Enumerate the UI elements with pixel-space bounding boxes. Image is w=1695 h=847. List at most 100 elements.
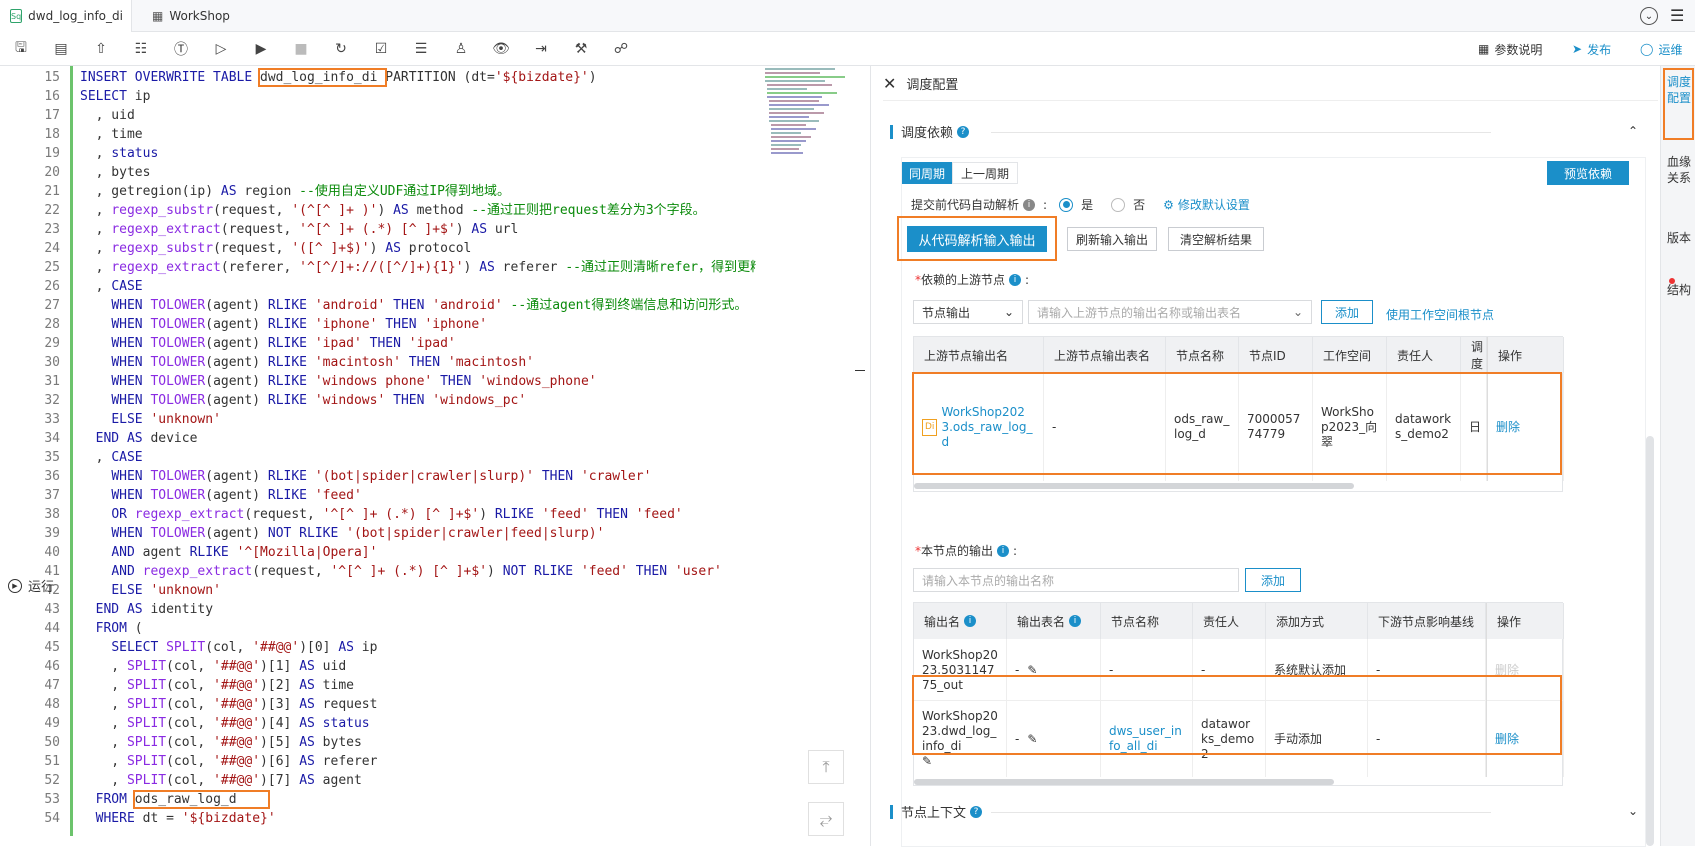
run-icon[interactable]: ▷ (212, 40, 230, 58)
format-icon[interactable]: ☰ (412, 40, 430, 58)
panel-scrollbar[interactable] (1646, 436, 1654, 846)
output-name-input[interactable]: 请输入本节点的输出名称 (913, 568, 1239, 592)
code-line[interactable]: 18 , time (0, 125, 756, 144)
code-line[interactable]: 37 WHEN TOLOWER(agent) RLIKE 'feed' (0, 486, 756, 505)
code-line[interactable]: 46 , SPLIT(col, '##@@')[1] AS uid (0, 657, 756, 676)
code-line[interactable]: 39 WHEN TOLOWER(agent) NOT RLIKE '(bot|s… (0, 524, 756, 543)
code-line[interactable]: 25 , regexp_extract(referer, '^[^/]+://(… (0, 258, 756, 277)
tab-same-cycle[interactable]: 同周期 (902, 162, 952, 184)
code-line[interactable]: 52 , SPLIT(col, '##@@')[7] AS agent (0, 771, 756, 790)
parse-io-button[interactable]: 从代码解析输入输出 (907, 226, 1047, 252)
help-icon[interactable]: ? (957, 125, 970, 138)
stop-icon[interactable]: ■ (292, 40, 310, 58)
help-icon[interactable]: i (1009, 273, 1022, 286)
code-line[interactable]: 17 , uid (0, 106, 756, 125)
code-line[interactable]: 35 , CASE (0, 448, 756, 467)
save-icon[interactable]: 🖫 (12, 40, 30, 58)
code-line[interactable]: 33 ELSE 'unknown' (0, 410, 756, 429)
code-line[interactable]: 26 , CASE (0, 277, 756, 296)
code-line[interactable]: 15 INSERT OVERWRITE TABLE dwd_log_info_di… (0, 68, 756, 87)
code-line[interactable]: 47 , SPLIT(col, '##@@')[2] AS time (0, 676, 756, 695)
publish-button[interactable]: ➤ 发布 (1572, 32, 1611, 66)
upstream-output-link[interactable]: WorkShop2023.ods_raw_log_d (941, 405, 1035, 450)
code-line[interactable]: 42 ELSE 'unknown' (0, 581, 756, 600)
code-editor[interactable]: 15 INSERT OVERWRITE TABLE dwd_log_info_di… (0, 66, 756, 846)
dependency-section-title[interactable]: 调度依赖 ? (890, 122, 970, 141)
help-icon[interactable]: i (997, 544, 1010, 557)
code-line[interactable]: 40 AND agent RLIKE '^[Mozilla|Opera]' (0, 543, 756, 562)
help-icon[interactable]: i (1069, 615, 1082, 627)
code-line[interactable]: 30 WHEN TOLOWER(agent) RLIKE 'macintosh'… (0, 353, 756, 372)
table-hscroll[interactable] (914, 779, 1334, 785)
user-icon[interactable]: ♙ (452, 40, 470, 58)
add-output-button[interactable]: 添加 (1245, 568, 1301, 592)
refresh-io-button[interactable]: 刷新输入输出 (1067, 227, 1157, 251)
upstream-search-input[interactable]: 请输入上游节点的输出名称或输出表名 ⌄ (1028, 300, 1312, 324)
code-line[interactable]: 24 , regexp_substr(request, '([^ ]+$)') … (0, 239, 756, 258)
code-line[interactable]: 36 WHEN TOLOWER(agent) RLIKE '(bot|spide… (0, 467, 756, 486)
help-icon[interactable]: i (1023, 198, 1036, 211)
edit-icon[interactable]: ✎ (922, 754, 932, 769)
code-line[interactable]: 34 END AS device (0, 429, 756, 448)
code-line[interactable]: 54 WHERE dt = '${bizdate}' (0, 809, 756, 828)
code-line[interactable]: 23 , regexp_extract(request, '^[^ ]+ (.*… (0, 220, 756, 239)
check-icon[interactable]: ☑ (372, 40, 390, 58)
code-line[interactable]: 20 , bytes (0, 163, 756, 182)
scroll-top-button[interactable]: ⤒ (808, 750, 844, 784)
modify-default-link[interactable]: 修改默认设置 (1178, 196, 1250, 213)
sidebar-item-version[interactable]: 版本 (1667, 230, 1691, 246)
use-root-node-link[interactable]: 使用工作空间根节点 (1386, 306, 1494, 323)
edit-icon[interactable]: ✎ (1027, 663, 1037, 678)
tab-workshop[interactable]: ▦ WorkShop (142, 0, 252, 32)
ops-button[interactable]: ◯ 运维 (1640, 32, 1682, 66)
lineage-icon[interactable]: ☍ (612, 40, 630, 58)
code-line[interactable]: 45 SELECT SPLIT(col, '##@@')[0] AS ip (0, 638, 756, 657)
reload-icon[interactable]: ↻ (332, 40, 350, 58)
code-line[interactable]: 31 WHEN TOLOWER(agent) RLIKE 'windows ph… (0, 372, 756, 391)
help-icon[interactable]: i (964, 615, 977, 627)
code-line[interactable]: 51 , SPLIT(col, '##@@')[6] AS referer (0, 752, 756, 771)
minimap[interactable] (765, 66, 855, 186)
help-icon[interactable]: ? (970, 805, 983, 818)
run-with-params-icon[interactable]: ▶ (252, 40, 270, 58)
code-line[interactable]: 21 , getregion(ip) AS region --使用自定义UDF通… (0, 182, 756, 201)
close-icon[interactable]: ✕ (883, 74, 896, 93)
code-line[interactable]: 41 AND regexp_extract(request, '^[^ ]+ (… (0, 562, 756, 581)
preview-dependency-button[interactable]: 预览依赖 (1547, 161, 1629, 185)
context-section-title[interactable]: 节点上下文 ? (890, 802, 983, 821)
code-line[interactable]: 22 , regexp_substr(request, '(^[^ ]+ )')… (0, 201, 756, 220)
delete-output-link[interactable]: 删除 (1486, 701, 1564, 777)
add-upstream-button[interactable]: 添加 (1321, 300, 1373, 324)
chevron-down-icon[interactable]: ⌄ (1628, 804, 1638, 818)
code-line[interactable]: 53 FROM ods_raw_log_d (0, 790, 756, 809)
delete-upstream-link[interactable]: 删除 (1487, 373, 1564, 481)
sidebar-item-lineage[interactable]: 血缘关系 (1667, 154, 1691, 186)
radio-yes[interactable] (1059, 197, 1074, 212)
code-line[interactable]: 44 FROM ( (0, 619, 756, 638)
upstream-type-select[interactable]: 节点输出 ⌄ (913, 300, 1023, 324)
code-line[interactable]: 27 WHEN TOLOWER(agent) RLIKE 'android' T… (0, 296, 756, 315)
fullscreen-button[interactable]: ⥂ (808, 802, 844, 836)
output-node-link[interactable]: dws_user_info_all_di (1101, 701, 1193, 777)
cost-icon[interactable]: Ⓣ (172, 40, 190, 58)
tab-dwd-log-info-di[interactable]: Sq dwd_log_info_di (0, 0, 132, 32)
code-line[interactable]: 48 , SPLIT(col, '##@@')[3] AS request (0, 695, 756, 714)
submit-icon[interactable]: ⇧ (92, 40, 110, 58)
code-line[interactable]: 16 SELECT ip (0, 87, 756, 106)
radio-no[interactable] (1111, 197, 1126, 212)
sidebar-item-structure[interactable]: 结构 (1667, 282, 1691, 298)
clear-parse-button[interactable]: 清空解析结果 (1168, 227, 1264, 251)
code-line[interactable]: 32 WHEN TOLOWER(agent) RLIKE 'windows' T… (0, 391, 756, 410)
tools-icon[interactable]: ⚒ (572, 40, 590, 58)
chevron-down-icon[interactable]: ⌄ (1640, 7, 1658, 25)
preview-eye-icon[interactable]: 👁 (492, 40, 510, 58)
code-line[interactable]: 38 OR regexp_extract(request, '^[^ ]+ (.… (0, 505, 756, 524)
code-line[interactable]: 50 , SPLIT(col, '##@@')[5] AS bytes (0, 733, 756, 752)
run-selection-button[interactable]: ▶ 运行 (8, 576, 54, 595)
params-help-button[interactable]: ▦ 参数说明 (1478, 32, 1542, 66)
code-line[interactable]: 49 , SPLIT(col, '##@@')[4] AS status (0, 714, 756, 733)
export-icon[interactable]: ⇥ (532, 40, 550, 58)
code-line[interactable]: 43 END AS identity (0, 600, 756, 619)
editor-scrollbar[interactable] (855, 66, 869, 846)
tab-prev-cycle[interactable]: 上一周期 (952, 162, 1018, 184)
